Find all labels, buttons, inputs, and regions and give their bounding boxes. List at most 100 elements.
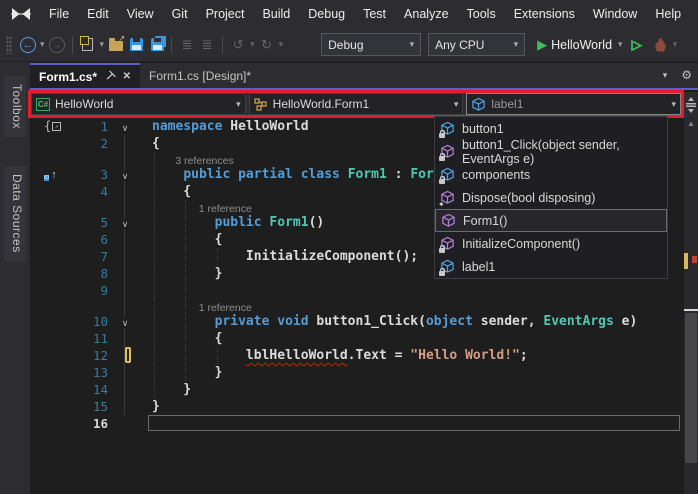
tab-form1-cs-[interactable]: Form1.cs*⊤✕ [30, 63, 140, 88]
indent-guide [185, 214, 186, 231]
fold-chevron-icon[interactable]: ∨ [120, 171, 131, 181]
split-editor-button[interactable] [684, 92, 698, 118]
start-debugging-button[interactable]: ▶ HelloWorld ▾ [535, 33, 626, 57]
line-number: 7 [66, 248, 108, 265]
code-segment [152, 348, 246, 363]
undo-dropdown-icon[interactable]: ▾ [248, 39, 257, 50]
line-number: 5 [66, 214, 108, 231]
code-text[interactable]: { [142, 330, 684, 347]
hot-reload-button[interactable] [651, 33, 671, 57]
glyph-margin [30, 313, 66, 330]
menu-item-extensions[interactable]: Extensions [505, 2, 584, 26]
menu-item-test[interactable]: Test [354, 2, 395, 26]
code-segment: EventArgs [543, 314, 613, 329]
code-text[interactable]: } [142, 398, 684, 415]
scrollbar-up-arrow-icon[interactable]: ▲ [684, 119, 698, 128]
new-project-button[interactable] [78, 33, 98, 57]
sidebar-tab-data-sources[interactable]: Data Sources [4, 166, 26, 261]
code-text[interactable]: } [142, 364, 684, 381]
toolbar-grip[interactable] [6, 36, 12, 54]
code-text[interactable]: } [142, 381, 684, 398]
indent-icon[interactable]: ≣ [197, 33, 217, 57]
code-line-13[interactable]: 13 } [30, 364, 684, 381]
code-segment: private void [215, 314, 317, 329]
indent-guide [154, 299, 155, 313]
member-dropdown-combo[interactable]: label1▾ [466, 93, 681, 115]
hot-reload-dropdown-icon[interactable]: ▾ [671, 39, 680, 50]
indent-guide [154, 200, 155, 214]
navigate-back-dropdown-icon[interactable]: ▾ [38, 39, 47, 50]
document-options-gear-icon[interactable]: ⚙ [681, 68, 692, 82]
menu-item-project[interactable]: Project [197, 2, 254, 26]
unindent-icon[interactable]: ≣ [177, 33, 197, 57]
menu-item-analyze[interactable]: Analyze [395, 2, 457, 26]
solution-configuration-combo[interactable]: Debug▾ [321, 33, 421, 56]
tab-form1-cs-design-[interactable]: Form1.cs [Design]* [140, 63, 260, 88]
menu-item-tools[interactable]: Tools [458, 2, 505, 26]
designer-inheritance-icon[interactable]: IO↑ [44, 166, 57, 184]
dropdown-item[interactable]: components [435, 163, 667, 186]
fold-chevron-icon[interactable]: ∨ [120, 123, 131, 133]
code-line-11[interactable]: 11 { [30, 330, 684, 347]
dropdown-item[interactable]: ✦Dispose(bool disposing) [435, 186, 667, 209]
code-line-16[interactable]: 16 [30, 415, 684, 432]
code-line-15[interactable]: 15} [30, 398, 684, 415]
close-icon[interactable]: ✕ [123, 71, 131, 82]
sidebar-tab-toolbox[interactable]: Toolbox [4, 76, 26, 137]
menu-item-build[interactable]: Build [253, 2, 299, 26]
undo-button[interactable]: ↺ [228, 33, 248, 57]
dropdown-item-label: label1 [462, 260, 495, 274]
code-text[interactable] [142, 415, 684, 432]
dropdown-item-label: button1_Click(object sender, EventArgs e… [462, 138, 662, 166]
editor-vertical-scrollbar[interactable]: ▲ [684, 117, 698, 494]
start-without-debugging-button[interactable]: ▷ [627, 33, 647, 57]
fold-chevron-icon[interactable]: ∨ [120, 318, 131, 328]
code-line-10[interactable]: 10∨ private void button1_Click(object se… [30, 313, 684, 330]
menu-item-help[interactable]: Help [646, 2, 690, 26]
code-text[interactable]: private void button1_Click(object sender… [142, 313, 684, 330]
code-segment: sender, [473, 314, 543, 329]
code-text[interactable]: lblHelloWorld.Text = "Hello World!"; [142, 347, 684, 364]
navigate-back-button[interactable]: ← [18, 33, 38, 57]
code-line-12[interactable]: 12 lblHelloWorld.Text = "Hello World!"; [30, 347, 684, 364]
star-icon: ✦ [438, 200, 445, 209]
navigate-forward-button[interactable]: → [47, 33, 67, 57]
glyph-margin [30, 330, 66, 347]
glyph-margin [30, 183, 66, 200]
code-line[interactable]: 1 reference [30, 299, 684, 313]
fold-column [108, 398, 142, 415]
redo-button[interactable]: ↻ [257, 33, 277, 57]
solution-platform-combo[interactable]: Any CPU▾ [428, 33, 525, 56]
code-line-14[interactable]: 14 } [30, 381, 684, 398]
dropdown-item[interactable]: button1_Click(object sender, EventArgs e… [435, 140, 667, 163]
active-files-dropdown-icon[interactable]: ▾ [663, 70, 668, 81]
left-tool-strip: Toolbox Data Sources [0, 62, 30, 494]
project-dropdown[interactable]: C# HelloWorld▾ [31, 93, 246, 115]
pin-icon[interactable]: ⊤ [105, 70, 115, 83]
dropdown-item[interactable]: InitializeComponent() [435, 232, 667, 255]
type-dropdown[interactable]: HelloWorld.Form1▾ [249, 93, 464, 115]
menu-item-window[interactable]: Window [584, 2, 646, 26]
dropdown-item[interactable]: label1 [435, 255, 667, 278]
menu-item-git[interactable]: Git [163, 2, 197, 26]
menu-item-edit[interactable]: Edit [78, 2, 118, 26]
glyph-margin [30, 152, 66, 166]
glyph-margin [30, 347, 66, 364]
dropdown-item[interactable]: Form1() [435, 209, 667, 232]
menu-item-debug[interactable]: Debug [299, 2, 354, 26]
code-text[interactable] [142, 282, 684, 299]
new-project-dropdown-icon[interactable]: ▾ [98, 39, 107, 50]
menu-item-view[interactable]: View [118, 2, 163, 26]
indent-guide [185, 248, 186, 265]
menu-item-file[interactable]: File [40, 2, 78, 26]
namespace-hint-icon[interactable]: {↗ [44, 119, 61, 133]
code-text[interactable]: 1 reference [142, 299, 684, 313]
open-file-button[interactable] [106, 33, 126, 57]
scrollbar-thumb[interactable] [685, 313, 697, 463]
redo-dropdown-icon[interactable]: ▾ [277, 39, 286, 50]
method-icon [440, 236, 456, 252]
fold-chevron-icon[interactable]: ∨ [120, 219, 131, 229]
save-button[interactable] [126, 33, 146, 57]
code-line-9[interactable]: 9 [30, 282, 684, 299]
save-all-button[interactable] [146, 33, 166, 57]
